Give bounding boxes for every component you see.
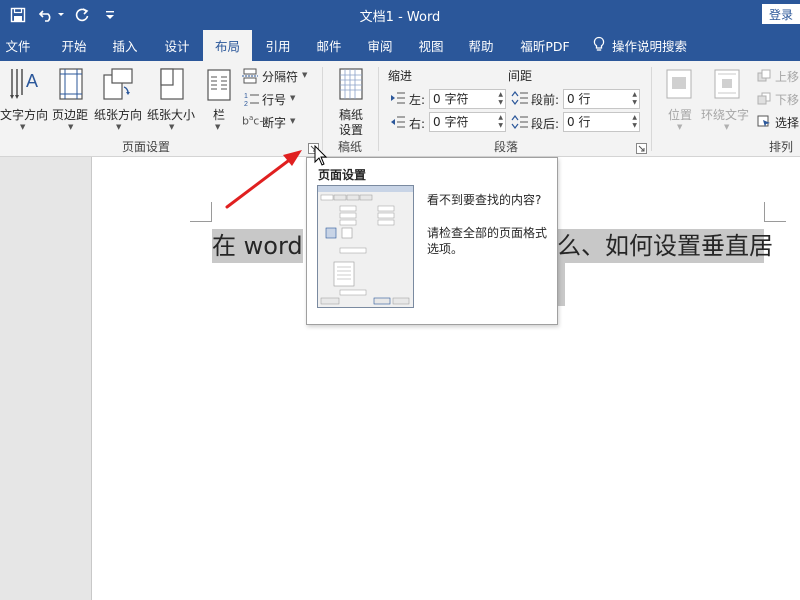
indent-header: 缩进: [388, 69, 413, 83]
svg-text:A: A: [26, 71, 38, 91]
tooltip-title: 页面设置: [318, 168, 367, 182]
group-separator: [378, 67, 379, 151]
tooltip-line-1: 看不到要查找的内容?: [427, 193, 542, 207]
tab-home[interactable]: 开始: [55, 30, 93, 61]
group-separator: [651, 67, 652, 151]
selection-highlight: [557, 263, 565, 306]
crop-mark: [190, 202, 212, 222]
tab-insert[interactable]: 插入: [106, 30, 144, 61]
page-setup-dialog-thumbnail: [317, 185, 414, 308]
page-setup-tooltip: 页面设置 看不到要查找的内容? 请检查全部的页面格式 选项。: [306, 157, 558, 325]
svg-text:2: 2: [244, 101, 248, 107]
tab-review[interactable]: 审阅: [361, 30, 399, 61]
size-icon: [157, 67, 187, 104]
size-dropdown-icon: ▼: [169, 123, 175, 131]
document-title: 文档1 - Word: [359, 10, 441, 25]
orientation-icon: [102, 67, 134, 104]
title-bar: 文档1 - Word 登录: [0, 0, 800, 30]
position-button[interactable]: 位置 ▼: [660, 65, 700, 135]
indent-left-icon: [390, 91, 406, 108]
tab-foxit-pdf[interactable]: 福昕PDF: [514, 30, 576, 61]
spacing-after-icon: [511, 114, 529, 133]
tell-me-label: 操作说明搜索: [612, 39, 688, 54]
mouse-cursor-icon: [314, 145, 328, 166]
tooltip-line-2: 请检查全部的页面格式: [427, 226, 548, 240]
tooltip-line-3: 选项。: [427, 242, 464, 256]
position-icon: [666, 69, 692, 102]
spinner-arrows-icon[interactable]: ▲ ▼: [498, 114, 503, 130]
margins-button[interactable]: 页边距 ▼: [52, 65, 92, 131]
hyphenation-dropdown-icon: ▼: [290, 117, 296, 125]
breaks-icon: [242, 68, 260, 87]
tab-help[interactable]: 帮助: [462, 30, 500, 61]
spinner-arrows-icon[interactable]: ▲ ▼: [498, 91, 503, 107]
orientation-dropdown-icon: ▼: [116, 123, 122, 131]
page-setup-group-label: 页面设置: [122, 140, 171, 154]
tab-file[interactable]: 文件: [0, 30, 36, 61]
size-button[interactable]: 纸张大小 ▼: [147, 65, 197, 131]
ribbon: A 文字方向 ▼ 页边距 ▼ 纸张方向 ▼ 纸张大小 ▼ 栏 ▼ 分隔符 ▼ 1…: [0, 61, 800, 157]
spinner-arrows-icon[interactable]: ▲ ▼: [632, 91, 637, 107]
line-numbers-dropdown-icon: ▼: [290, 94, 296, 102]
line-numbers-icon: 12: [244, 91, 260, 110]
columns-icon: [207, 69, 231, 104]
tab-design[interactable]: 设计: [158, 30, 196, 61]
svg-text:1: 1: [244, 93, 248, 100]
spacing-after-input[interactable]: 0 行 ▲ ▼: [563, 112, 640, 132]
tab-mailings[interactable]: 邮件: [310, 30, 348, 61]
spacing-before-input[interactable]: 0 行 ▲ ▼: [563, 89, 640, 109]
tab-view[interactable]: 视图: [412, 30, 450, 61]
tab-layout[interactable]: 布局: [203, 30, 252, 61]
send-backward-button[interactable]: 下移: [757, 90, 800, 108]
document-text-right[interactable]: 么、如何设置垂直居: [557, 229, 773, 263]
paragraph-launcher-icon[interactable]: [636, 143, 647, 154]
paragraph-group-label: 段落: [494, 140, 519, 154]
manuscript-icon: [339, 68, 363, 103]
text-direction-button[interactable]: A 文字方向 ▼: [0, 65, 48, 131]
spinner-arrows-icon[interactable]: ▲ ▼: [632, 114, 637, 130]
document-text-left[interactable]: 在 word: [212, 229, 303, 263]
selection-pane-button[interactable]: 选择: [757, 113, 800, 131]
line-numbers-button[interactable]: 12 行号 ▼: [242, 90, 302, 108]
login-button[interactable]: 登录: [762, 4, 800, 24]
group-separator: [322, 67, 323, 151]
manuscript-group-label: 稿纸: [338, 140, 363, 154]
wrap-text-dropdown-icon: ▼: [724, 123, 730, 131]
wrap-text-icon: [714, 69, 740, 102]
margins-dropdown-icon: ▼: [68, 123, 74, 131]
hyphenation-icon: bac-: [242, 114, 264, 128]
margins-icon: [58, 67, 84, 104]
bring-forward-icon: [757, 69, 771, 85]
text-direction-icon: A: [8, 67, 40, 104]
breaks-dropdown-icon: ▼: [302, 71, 308, 79]
tell-me-search[interactable]: 操作说明搜索: [592, 30, 702, 61]
crop-mark: [764, 202, 786, 222]
send-backward-icon: [757, 92, 771, 108]
spacing-header: 间距: [508, 69, 533, 83]
spacing-before-icon: [511, 90, 529, 109]
orientation-button[interactable]: 纸张方向 ▼: [94, 65, 144, 131]
selection-pane-icon: [757, 115, 771, 131]
bring-forward-button[interactable]: 上移: [757, 67, 800, 85]
tab-references[interactable]: 引用: [259, 30, 297, 61]
left-gutter: [0, 157, 91, 600]
text-direction-dropdown-icon: ▼: [20, 123, 26, 131]
indent-right-icon: [390, 115, 406, 132]
breaks-button[interactable]: 分隔符 ▼: [242, 67, 312, 85]
indent-right-input[interactable]: 0 字符 ▲ ▼: [429, 112, 506, 132]
arrange-group-label: 排列: [769, 140, 794, 154]
ribbon-tabs: 文件 开始 插入 设计 布局 引用 邮件 审阅 视图 帮助 福昕PDF 操作说明…: [0, 30, 800, 61]
lightbulb-icon: [592, 36, 606, 55]
indent-left-input[interactable]: 0 字符 ▲ ▼: [429, 89, 506, 109]
position-dropdown-icon: ▼: [677, 123, 683, 131]
manuscript-settings-button[interactable]: 稿纸 设置: [332, 65, 370, 137]
columns-dropdown-icon: ▼: [215, 123, 221, 131]
hyphenation-button[interactable]: bac- 断字 ▼: [242, 113, 302, 131]
wrap-text-button[interactable]: 环绕文字 ▼: [700, 65, 752, 135]
columns-button[interactable]: 栏 ▼: [203, 65, 235, 131]
